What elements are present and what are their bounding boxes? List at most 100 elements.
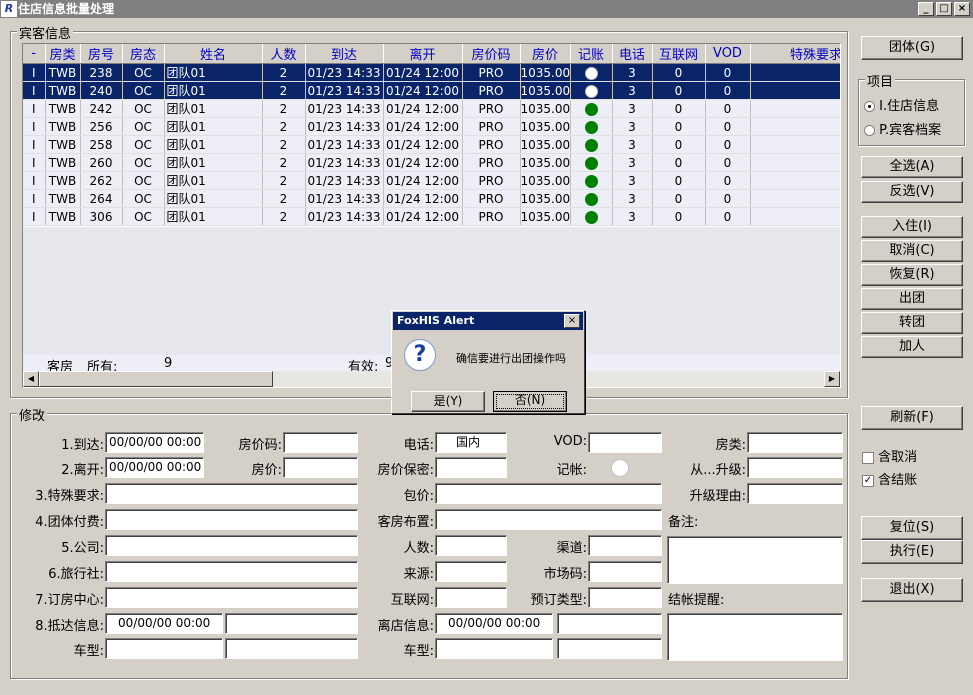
special-request-label: 3.特殊要求: xyxy=(35,489,104,504)
table-row[interactable]: I TWB 258 OC 团队01 2 01/23 14:33 01/24 12:00 PRO 1… xyxy=(23,135,840,154)
radio-guest-info[interactable]: I.住店信息 xyxy=(864,95,939,114)
restore-button[interactable]: 恢复(R) xyxy=(861,264,963,286)
table-row[interactable]: I TWB 264 OC 团队01 2 01/23 14:33 01/24 12:00 PRO 1… xyxy=(23,189,840,208)
table-row[interactable]: I TWB 260 OC 团队01 2 01/23 14:33 01/24 12:00 PRO 1… xyxy=(23,153,840,172)
close-button[interactable]: × xyxy=(954,2,970,16)
column-header[interactable]: 房价 xyxy=(520,44,571,64)
column-header[interactable]: VOD xyxy=(705,44,751,64)
group-button[interactable]: 团体(G) xyxy=(861,36,963,60)
column-header[interactable]: 记账 xyxy=(570,44,613,64)
column-header[interactable]: 互联网 xyxy=(652,44,706,64)
car-type2-extra-input[interactable] xyxy=(557,638,662,659)
cell-rate: 1035.00 xyxy=(520,117,571,136)
table-row[interactable]: I TWB 262 OC 团队01 2 01/23 14:33 01/24 12:00 PRO 1… xyxy=(23,171,840,190)
dialog-close-button[interactable]: × xyxy=(564,314,580,328)
checkin-button[interactable]: 入住(I) xyxy=(861,216,963,238)
scroll-right-icon[interactable]: ▶ xyxy=(824,371,840,387)
column-header[interactable]: 房号 xyxy=(80,44,123,64)
cell-internet: 0 xyxy=(652,153,706,172)
dialog-yes-button[interactable]: 是(Y) xyxy=(411,391,485,412)
scroll-left-icon[interactable]: ◀ xyxy=(23,371,39,387)
column-header[interactable]: 电话 xyxy=(612,44,653,64)
group-pay-input[interactable] xyxy=(105,509,358,530)
special-request-input[interactable] xyxy=(105,483,358,504)
persons-input[interactable] xyxy=(435,535,507,556)
radio-guest-profile[interactable]: P.宾客档案 xyxy=(864,119,941,138)
execute-button[interactable]: 执行(E) xyxy=(861,540,963,564)
refresh-button[interactable]: 刷新(F) xyxy=(861,406,963,430)
post-label: 记帐: xyxy=(556,463,587,478)
column-header[interactable]: 人数 xyxy=(262,44,306,64)
post-status-icon[interactable] xyxy=(611,459,629,477)
agency-input[interactable] xyxy=(105,561,358,582)
include-cancel-checkbox[interactable]: 含取消 xyxy=(862,446,917,465)
car-type-input[interactable] xyxy=(105,638,223,659)
arrival-info-extra-input[interactable] xyxy=(225,613,358,634)
room-layout-input[interactable] xyxy=(435,509,662,530)
table-row[interactable]: I TWB 242 OC 团队01 2 01/23 14:33 01/24 12:00 PRO 1… xyxy=(23,99,840,118)
cell-type: TWB xyxy=(45,153,81,172)
booking-center-input[interactable] xyxy=(105,587,358,608)
car-type-extra-input[interactable] xyxy=(225,638,358,659)
source-input[interactable] xyxy=(435,561,507,582)
cell-type: TWB xyxy=(45,171,81,190)
invert-selection-button[interactable]: 反选(V) xyxy=(861,181,963,203)
internet-input[interactable] xyxy=(435,587,507,608)
depart-input[interactable]: 00/00/00 00:00 xyxy=(105,457,204,478)
checkout-reminder-textarea[interactable] xyxy=(667,613,843,661)
post-status-icon xyxy=(584,102,598,116)
leave-group-button[interactable]: 出团 xyxy=(861,288,963,310)
exit-button[interactable]: 退出(X) xyxy=(861,578,963,602)
post-status-cell xyxy=(570,171,613,190)
column-header[interactable]: 房态 xyxy=(122,44,165,64)
arrival-info-input[interactable]: 00/00/00 00:00 xyxy=(105,613,223,634)
reset-button[interactable]: 复位(S) xyxy=(861,516,963,540)
booking-type-input[interactable] xyxy=(588,587,662,608)
cell-phone: 3 xyxy=(612,153,653,172)
column-header[interactable]: 离开 xyxy=(383,44,463,64)
dialog-no-button[interactable]: 否(N) xyxy=(493,391,567,412)
market-code-input[interactable] xyxy=(588,561,662,582)
column-header[interactable]: 姓名 xyxy=(164,44,263,64)
departure-info-extra-input[interactable] xyxy=(557,613,662,634)
table-row[interactable]: I TWB 238 OC 团队01 2 01/23 14:33 01/24 12:00 PRO 1… xyxy=(23,63,840,82)
transfer-group-button[interactable]: 转团 xyxy=(861,312,963,334)
cancel-button[interactable]: 取消(C) xyxy=(861,240,963,262)
package-input[interactable] xyxy=(435,483,662,504)
table-row[interactable]: I TWB 240 OC 团队01 2 01/23 14:33 01/24 12:00 PRO 1… xyxy=(23,81,840,100)
table-row[interactable]: I TWB 256 OC 团队01 2 01/23 14:33 01/24 12:00 PRO 1… xyxy=(23,117,840,136)
arrive-input[interactable]: 00/00/00 00:00 xyxy=(105,432,204,453)
select-all-button[interactable]: 全选(A) xyxy=(861,156,963,178)
rate-input[interactable] xyxy=(283,457,358,478)
company-label: 5.公司: xyxy=(61,541,104,556)
rate-confidential-input[interactable] xyxy=(435,457,507,478)
cell-internet: 0 xyxy=(652,189,706,208)
minimize-button[interactable]: _ xyxy=(918,2,934,16)
phone-input[interactable]: 国内 xyxy=(435,432,507,453)
upgrade-reason-input[interactable] xyxy=(747,483,843,504)
rate-code-input[interactable] xyxy=(283,432,358,453)
car-type2-input[interactable] xyxy=(435,638,553,659)
departure-info-input[interactable]: 00/00/00 00:00 xyxy=(435,613,553,634)
arrival-info-label: 8.抵达信息: xyxy=(35,619,104,634)
remark-textarea[interactable] xyxy=(667,536,843,584)
include-checkout-checkbox[interactable]: ✓ 含结账 xyxy=(862,469,917,488)
guest-info-title: 宾客信息 xyxy=(17,23,74,42)
column-header[interactable]: 特殊要求 xyxy=(750,44,840,64)
room-type-input[interactable] xyxy=(747,432,843,453)
column-header[interactable]: - xyxy=(23,44,46,64)
cell-persons: 2 xyxy=(262,171,306,190)
column-header[interactable]: 房价码 xyxy=(462,44,521,64)
upgrade-from-input[interactable] xyxy=(747,457,843,478)
maximize-button[interactable]: □ xyxy=(936,2,952,16)
table-row[interactable]: I TWB 306 OC 团队01 2 01/23 14:33 01/24 12:00 PRO 1… xyxy=(23,207,840,226)
column-header[interactable]: 到达 xyxy=(305,44,384,64)
column-header[interactable]: 房类 xyxy=(45,44,81,64)
cell-status: OC xyxy=(122,189,165,208)
vod-input[interactable] xyxy=(588,432,662,453)
channel-input[interactable] xyxy=(588,535,662,556)
scroll-thumb[interactable] xyxy=(39,371,273,387)
company-input[interactable] xyxy=(105,535,358,556)
cell-internet: 0 xyxy=(652,207,706,226)
add-person-button[interactable]: 加人 xyxy=(861,336,963,358)
